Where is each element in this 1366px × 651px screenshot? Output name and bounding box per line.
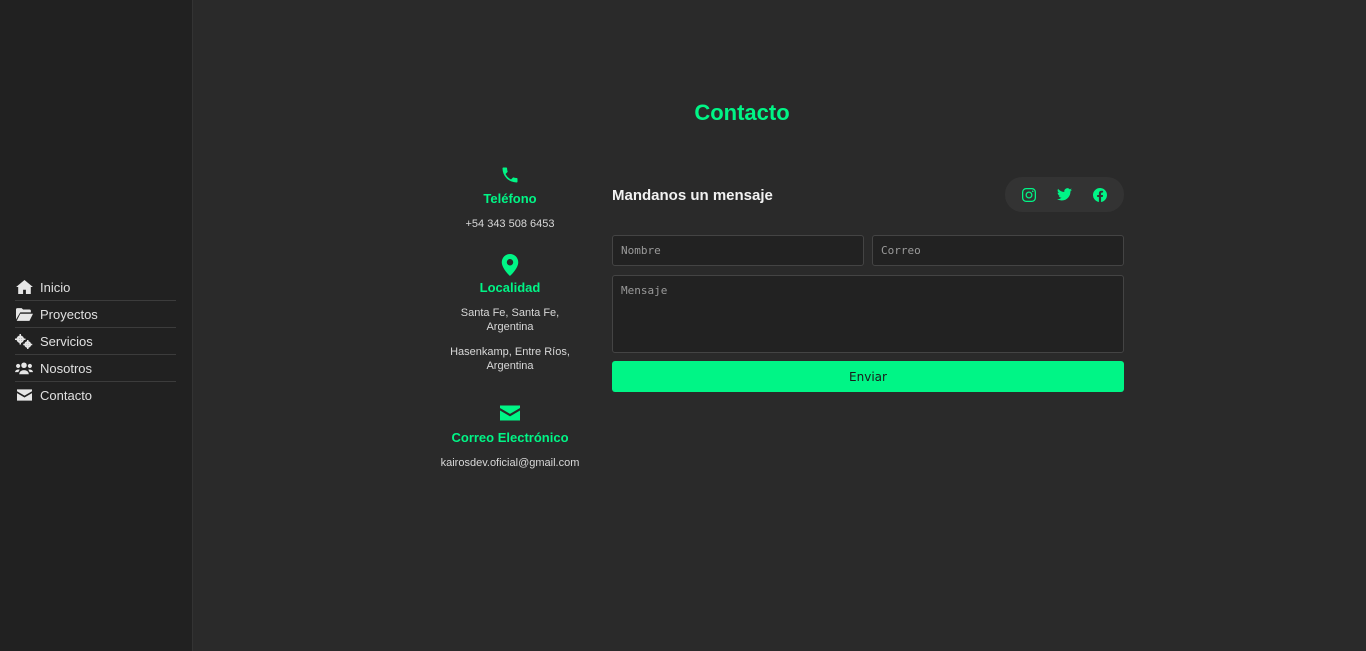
- sidebar-item-label: Nosotros: [40, 360, 93, 376]
- message-input[interactable]: [612, 275, 1124, 353]
- email-input[interactable]: [872, 235, 1124, 266]
- sidebar-item-label: Contacto: [40, 387, 93, 403]
- phone-icon: [502, 167, 518, 183]
- location-label: Localidad: [479, 280, 541, 295]
- folder-open-icon: [15, 307, 33, 321]
- form-heading: Mandanos un mensaje: [612, 187, 773, 204]
- sidebar-item-inicio[interactable]: Inicio: [15, 274, 176, 301]
- home-icon: [15, 280, 33, 294]
- location-line-1: Santa Fe, Santa Fe,: [460, 307, 560, 319]
- sidebar-item-label: Servicios: [40, 333, 93, 349]
- social-links: [1005, 177, 1124, 212]
- phone-label: Teléfono: [483, 191, 537, 206]
- facebook-icon[interactable]: [1090, 185, 1110, 205]
- page-title: Contacto: [694, 100, 790, 125]
- instagram-icon[interactable]: [1019, 185, 1039, 205]
- users-icon: [15, 361, 33, 375]
- phone-block: Teléfono +54 343 508 6453: [435, 165, 585, 231]
- sidebar-item-contacto[interactable]: Contacto: [15, 382, 176, 408]
- sidebar-item-label: Inicio: [40, 279, 71, 295]
- sidebar-item-proyectos[interactable]: Proyectos: [15, 301, 176, 328]
- location-line-4: Argentina: [486, 360, 534, 372]
- sidebar-item-servicios[interactable]: Servicios: [15, 328, 176, 355]
- twitter-icon[interactable]: [1054, 185, 1074, 205]
- name-input[interactable]: [612, 235, 864, 266]
- sidebar-nav: Inicio Proyectos Servicios Nosotros Cont…: [15, 274, 176, 408]
- gears-icon: [15, 333, 33, 349]
- envelope-icon: [500, 405, 520, 421]
- email-value: kairosdev.oficial@gmail.com: [440, 457, 580, 469]
- email-block: Correo Electrónico kairosdev.oficial@gma…: [435, 405, 585, 470]
- contact-info: Teléfono +54 343 508 6453 Localidad Sant…: [435, 165, 585, 470]
- sidebar-item-label: Proyectos: [40, 306, 98, 322]
- send-button[interactable]: Enviar: [612, 361, 1124, 392]
- sidebar: Inicio Proyectos Servicios Nosotros Cont…: [0, 0, 193, 651]
- phone-value: +54 343 508 6453: [465, 218, 555, 230]
- location-block: Localidad Santa Fe, Santa Fe, Argentina …: [435, 254, 585, 373]
- map-marker-icon: [501, 254, 519, 276]
- email-label: Correo Electrónico: [451, 430, 569, 445]
- envelope-icon: [15, 388, 33, 402]
- location-line-3: Hasenkamp, Entre Ríos,: [450, 346, 570, 358]
- sidebar-item-nosotros[interactable]: Nosotros: [15, 355, 176, 382]
- location-line-2: Argentina: [486, 321, 534, 333]
